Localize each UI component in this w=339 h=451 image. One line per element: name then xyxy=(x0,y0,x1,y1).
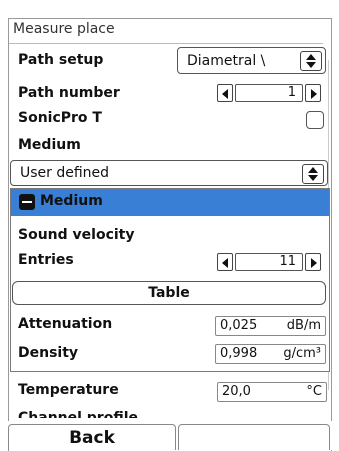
medium-label: Medium xyxy=(18,137,81,153)
attenuation-label: Attenuation xyxy=(18,316,113,332)
density-value: 0,998 xyxy=(220,346,258,361)
collapse-minus-icon[interactable] xyxy=(19,194,35,210)
popup-title: Medium xyxy=(40,193,103,209)
path-setup-label: Path setup xyxy=(18,52,104,68)
temperature-field[interactable]: 20,0 °C xyxy=(217,382,327,402)
density-field[interactable]: 0,998 g/cm³ xyxy=(215,344,326,364)
decrement-arrow-icon[interactable] xyxy=(217,84,233,102)
sonicpro-checkbox[interactable] xyxy=(306,111,324,129)
medium-value: User defined xyxy=(20,165,110,181)
table-button[interactable]: Table xyxy=(12,281,326,305)
density-unit: g/cm³ xyxy=(283,346,321,361)
popup-header[interactable]: Medium xyxy=(11,189,329,216)
channel-profile-label: Channel profile xyxy=(18,410,139,418)
decrement-arrow-icon[interactable] xyxy=(217,253,233,271)
sound-velocity-label: Sound velocity xyxy=(18,227,135,243)
temperature-label: Temperature xyxy=(18,382,119,398)
title-divider xyxy=(9,43,323,44)
entries-label: Entries xyxy=(18,252,74,268)
temperature-unit: °C xyxy=(306,384,322,399)
medium-select[interactable]: User defined xyxy=(10,160,328,186)
page-title: Measure place xyxy=(13,21,115,37)
path-number-field[interactable]: 1 xyxy=(235,84,303,102)
sonicpro-label: SonicPro T xyxy=(18,110,102,126)
softkey-right[interactable] xyxy=(178,424,330,450)
increment-arrow-icon[interactable] xyxy=(305,253,321,271)
attenuation-unit: dB/m xyxy=(286,318,321,333)
increment-arrow-icon[interactable] xyxy=(305,84,321,102)
entries-field[interactable]: 11 xyxy=(235,253,303,271)
density-label: Density xyxy=(18,345,79,361)
updown-arrows-icon xyxy=(302,164,324,184)
attenuation-value: 0,025 xyxy=(220,318,258,333)
path-setup-select[interactable]: Diametral \ xyxy=(177,47,326,74)
back-button[interactable]: Back xyxy=(8,424,176,450)
path-setup-value: Diametral \ xyxy=(187,53,266,69)
updown-arrows-icon xyxy=(300,51,322,71)
temperature-value: 20,0 xyxy=(222,384,251,399)
path-number-label: Path number xyxy=(18,85,120,101)
attenuation-field[interactable]: 0,025 dB/m xyxy=(215,316,326,336)
